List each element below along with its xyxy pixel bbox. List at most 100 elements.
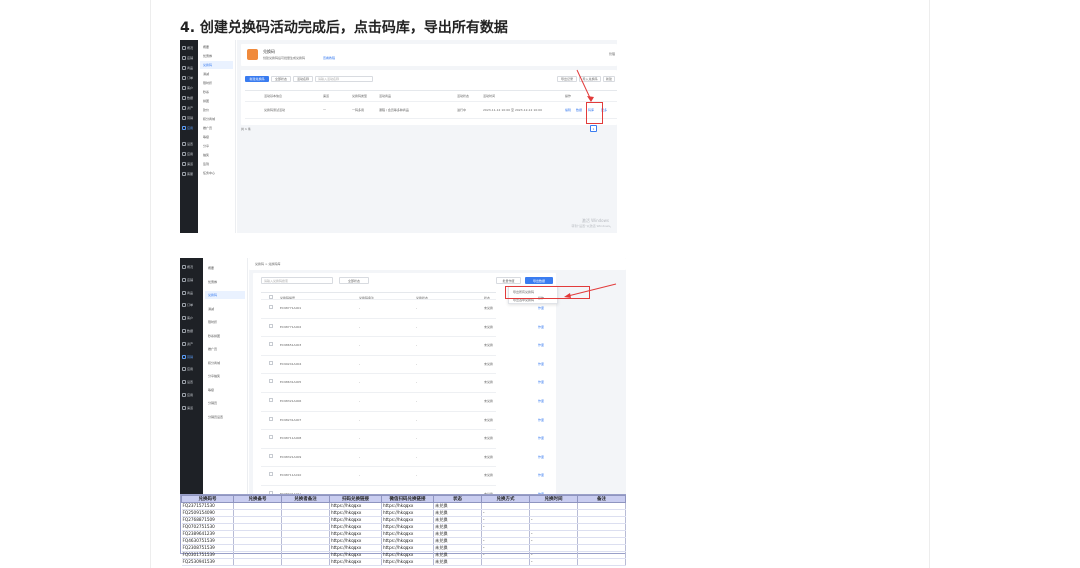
row-void-action[interactable]: 作废	[538, 436, 544, 440]
subnav-item[interactable]: 秒杀	[200, 88, 233, 96]
subnav-item[interactable]: 限时折	[205, 318, 245, 326]
row-void-action[interactable]: 作废	[538, 306, 544, 310]
nav-item[interactable]: 客户	[182, 84, 193, 92]
nav-item[interactable]: 店铺	[182, 54, 193, 62]
sheet-row: FQ2371571530 https://hkqqxx https://hkqqxx…	[181, 502, 626, 510]
row-checkbox[interactable]	[269, 342, 273, 347]
tab-all-status[interactable]: 全部状态	[271, 76, 291, 82]
row-void-action[interactable]: 作废	[538, 455, 544, 459]
breadcrumb-bar: 兑换码 > 兑换码库	[249, 258, 626, 270]
export-record-button[interactable]: 导出记录	[557, 76, 577, 82]
header-right[interactable]: 管理	[609, 52, 615, 56]
nav-item[interactable]: 渠道	[182, 404, 193, 412]
nav-item[interactable]: 渠道	[182, 160, 193, 168]
nav-item[interactable]: 资产	[182, 104, 193, 112]
action-data[interactable]: 数据	[576, 108, 582, 112]
subnav-item[interactable]: 限时折	[200, 79, 233, 87]
sheet-cell: 未兑换	[433, 551, 482, 559]
nav-icon	[182, 126, 186, 130]
row-checkbox[interactable]	[269, 398, 273, 402]
nav-item[interactable]: 资产	[182, 340, 193, 348]
subnav-item[interactable]: 任务中心	[200, 169, 233, 177]
row-checkbox[interactable]	[269, 435, 273, 440]
nav-item[interactable]: 商品	[182, 64, 193, 72]
row-void-action[interactable]: 作废	[538, 362, 544, 366]
row-void-action[interactable]: 作废	[538, 418, 544, 422]
subnav-item[interactable]: 推广员	[205, 345, 245, 353]
subnav-item[interactable]: 秒杀拼团	[205, 332, 245, 340]
subnav-item[interactable]: 推广员	[200, 124, 233, 132]
subnav-item[interactable]: 兑换码	[200, 61, 233, 69]
subnav-item[interactable]: 分销员设置	[205, 413, 245, 421]
subnav-item[interactable]: 兑换码	[205, 291, 245, 299]
row-checkbox[interactable]	[269, 379, 273, 384]
sheet-row: FQ0702751530 https://hkqqxx https://hkqqxx…	[181, 523, 626, 531]
nav-item[interactable]: 客服	[182, 170, 193, 178]
subnav-item[interactable]: 分销员	[205, 399, 245, 407]
page-1-button[interactable]: 1	[590, 125, 597, 132]
nav-item[interactable]: 应用	[182, 124, 193, 132]
nav-item[interactable]: 应用	[182, 391, 193, 399]
nav-item[interactable]: 概况	[182, 263, 193, 271]
subnav-item[interactable]: 拼团	[200, 97, 233, 105]
nav-item[interactable]: 营销	[182, 353, 193, 361]
nav-item[interactable]: 订单	[182, 301, 193, 309]
subnav-item[interactable]: 满减	[200, 70, 233, 78]
subnav-item[interactable]: 分享抽奖	[205, 372, 245, 380]
row-checkbox[interactable]	[269, 472, 273, 477]
row-checkbox[interactable]	[269, 416, 273, 421]
nav-item[interactable]: 应用	[182, 365, 193, 373]
subnav-item[interactable]: 抽奖	[200, 151, 233, 159]
row-void-action[interactable]: 作废	[538, 473, 544, 477]
nav-item[interactable]: 设置	[182, 378, 193, 386]
subnav-item[interactable]: 满减	[205, 305, 245, 313]
sheet-cell: -	[529, 558, 578, 566]
sheet-cell	[233, 537, 282, 545]
row-redeem-status: -	[416, 343, 418, 348]
nav-item[interactable]: 设置	[182, 140, 193, 148]
subnav-item[interactable]: 优惠券	[200, 52, 233, 60]
action-edit[interactable]: 编辑	[565, 108, 571, 112]
nav-item[interactable]: 概况	[182, 44, 193, 52]
nav-item[interactable]: 店铺	[182, 276, 193, 284]
subnav-item[interactable]: 积分商城	[205, 359, 245, 367]
row-checkbox[interactable]	[269, 305, 273, 309]
search-input[interactable]: 请输入活动名称	[315, 76, 373, 82]
nav-item[interactable]: 数据	[182, 94, 193, 102]
subnav-item[interactable]: 优惠券	[205, 278, 245, 286]
tab-new-code[interactable]: 新建兑换码	[245, 76, 269, 82]
subnav-item[interactable]: 等级	[205, 386, 245, 394]
subnav-item[interactable]: 分享	[200, 142, 233, 150]
nav-label: 设置	[187, 142, 194, 146]
subnav-item[interactable]: 等级	[200, 133, 233, 141]
search-input[interactable]: 请输入兑换码搜索	[261, 277, 333, 284]
filter-name[interactable]: 活动名称	[293, 76, 313, 82]
sheet-cell: https://hkqqxx	[381, 516, 434, 524]
row-void-action[interactable]: 作废	[538, 343, 544, 347]
subnav-item[interactable]: 概要	[200, 43, 233, 51]
subnav-item[interactable]: 概要	[205, 264, 245, 272]
nav-item[interactable]: 数据	[182, 327, 193, 335]
header-link[interactable]: 查看教程	[323, 56, 335, 60]
nav-item[interactable]: 商品	[182, 289, 193, 297]
row-checkbox[interactable]	[269, 453, 273, 458]
subnav-item[interactable]: 积分商城	[200, 115, 233, 123]
status-select[interactable]: 全部状态	[339, 277, 369, 284]
sheet-row: FQ2768871509 https://hkqqxx https://hkqqxx…	[181, 516, 626, 524]
nav-item[interactable]: 客户	[182, 314, 193, 322]
nav-item[interactable]: 营销	[182, 114, 193, 122]
sheet-cell: -	[481, 523, 530, 531]
row-void-action[interactable]: 作废	[538, 325, 544, 329]
subnav-item[interactable]: 砍价	[200, 106, 233, 114]
export-data-button[interactable]: 导出数据	[525, 277, 553, 284]
sheet-cell: https://hkqqxx	[381, 551, 434, 559]
breadcrumb[interactable]: 兑换码 > 兑换码库	[255, 262, 280, 266]
row-checkbox[interactable]	[269, 360, 273, 365]
nav-item[interactable]: 应用	[182, 150, 193, 158]
subnav-item[interactable]: 签到	[200, 160, 233, 168]
row-void-action[interactable]: 作废	[538, 380, 544, 384]
nav-item[interactable]: 订单	[182, 74, 193, 82]
row-checkbox[interactable]	[269, 323, 273, 328]
row-void-action[interactable]: 作废	[538, 399, 544, 403]
batch-void-button[interactable]: 批量作废	[496, 277, 521, 284]
